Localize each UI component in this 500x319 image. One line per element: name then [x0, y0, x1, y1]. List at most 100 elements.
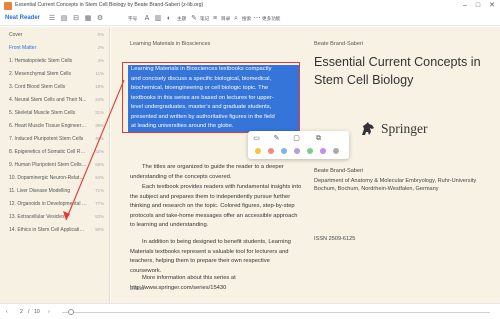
font-size-label[interactable]: 字号 — [128, 16, 137, 22]
app-icon — [4, 2, 12, 10]
toc-item-percent: 4% — [97, 58, 104, 63]
body-paragraph: The titles are organized to guide the re… — [130, 164, 284, 180]
notes-label[interactable]: 笔记 — [200, 16, 209, 22]
toc-sidebar: Cover 0% Front Matter 2% 1. Hematopoietic … — [0, 27, 110, 303]
book-title: Essential Current Concepts in Stem Cell … — [314, 55, 481, 87]
layout-icon[interactable]: ▥ — [154, 15, 162, 23]
selection-popup: ▭ ✎ ▢ ⧉ — [248, 131, 349, 159]
total-pages: 10 — [34, 309, 40, 315]
font-icon[interactable]: A — [143, 15, 151, 23]
settings-icon[interactable]: ⚙ — [96, 15, 104, 23]
more-icon[interactable]: ⋯ — [253, 15, 261, 23]
toc-item-label: 7. Induced Pluripotent Stem Cells — [9, 136, 84, 142]
maximize-button[interactable]: □ — [473, 1, 483, 11]
bookshelf-icon[interactable]: ▤ — [60, 15, 68, 23]
progress-slider-handle[interactable] — [67, 309, 74, 315]
list-icon[interactable]: ☰ — [48, 15, 56, 23]
springer-horse-icon — [362, 122, 374, 135]
toc-item-label: 3. Cord Blood Stem Cells — [9, 84, 66, 90]
copy-icon[interactable]: ⧉ — [314, 134, 323, 143]
toc-item-chapter-7[interactable]: 7. Induced Pluripotent Stem Cells 46% — [0, 133, 110, 146]
bookmark-icon[interactable]: ⊟ — [72, 15, 80, 23]
toc-item-chapter-10[interactable]: 10. Dopaminergic Neuron-Related ... 64% — [0, 172, 110, 185]
toolbar: Neat Reader ☰ ▤ ⊟ ▦ ⚙ 字号 A ▥ ◐ 主题 ✎ 笔记 ≡… — [0, 12, 500, 26]
toc-item-chapter-3[interactable]: 3. Cord Blood Stem Cells 18% — [0, 81, 110, 94]
toc-item-percent: 77% — [95, 201, 104, 206]
toc-item-percent: 18% — [95, 84, 104, 89]
toc-item-chapter-1[interactable]: 1. Hematopoietic Stem Cells 4% — [0, 55, 110, 68]
left-page-footer: Editor — [130, 286, 146, 292]
toc-icon[interactable]: ≡ — [211, 15, 219, 23]
close-button[interactable]: ✕ — [487, 1, 497, 11]
body-paragraph: More information about this series at ht… — [130, 275, 236, 291]
toc-item-percent: 24% — [95, 97, 104, 102]
comment-icon[interactable]: ▭ — [252, 134, 261, 143]
toc-item-percent: 83% — [95, 214, 104, 219]
page-header: Learning Materials in Biosciences — [130, 41, 211, 47]
toc-item-percent: 46% — [95, 136, 104, 141]
toc-item-chapter-4[interactable]: 4. Neural Stem Cells and Their N... 24% — [0, 94, 110, 107]
color-swatch-blue[interactable] — [281, 148, 287, 154]
page-separator: / — [28, 309, 30, 315]
toc-item-chapter-12[interactable]: 12. Organoids in Developmental B... 77% — [0, 198, 110, 211]
color-swatch-yellow[interactable] — [255, 148, 261, 154]
toc-item-label: 9. Human Pluripotent Stem Cells a... — [9, 162, 87, 168]
toc-item-chapter-14[interactable]: 14. Ethics in Stem Cell Applications 90% — [0, 224, 110, 237]
toc-item-label: 1. Hematopoietic Stem Cells — [9, 58, 73, 64]
color-swatch-green[interactable] — [307, 148, 313, 154]
window-title: Essential Current Concepts in Stem Cell … — [15, 2, 204, 8]
progress-slider[interactable] — [62, 312, 490, 313]
grid-icon[interactable]: ▦ — [84, 15, 92, 23]
title-bar: Essential Current Concepts in Stem Cell … — [0, 0, 500, 12]
toc-item-chapter-6[interactable]: 6. Heart Muscle Tissue Engineering 39% — [0, 120, 110, 133]
editor-name: Beate Brand-Saberi — [314, 168, 364, 174]
more-label[interactable]: 更多功能 — [262, 16, 280, 22]
toc-item-label: 6. Heart Muscle Tissue Engineering — [9, 123, 87, 129]
publisher-name: Springer — [381, 121, 428, 136]
color-swatch-red[interactable] — [268, 148, 274, 154]
toc-item-chapter-8[interactable]: 8. Epigenetics of Somatic Cell Re... 52% — [0, 146, 110, 159]
toc-item-label: Cover — [9, 32, 23, 38]
toc-item-label: 13. Extracellular Vesicles — [9, 214, 65, 220]
toc-item-label: 14. Ethics in Stem Cell Applications — [9, 227, 87, 233]
toc-item-cover[interactable]: Cover 0% — [0, 29, 110, 42]
next-page-button[interactable]: › — [48, 309, 50, 315]
toc-label[interactable]: 目录 — [221, 16, 230, 22]
theme-label[interactable]: 主题 — [177, 16, 186, 22]
toc-item-percent: 58% — [95, 162, 104, 167]
highlight-annotation-box — [122, 62, 300, 133]
search-icon[interactable]: ⌕ — [232, 15, 240, 23]
editor-affiliation: Department of Anatomy & Molecular Embryo… — [314, 178, 477, 192]
minimize-button[interactable]: – — [460, 1, 470, 11]
highlight-pen-icon[interactable]: ✎ — [272, 134, 281, 143]
status-bar: ‹ 2 / 10 › — [0, 303, 500, 319]
toc-item-label: 2. Mesenchymal Stem Cells — [9, 71, 71, 77]
body-paragraph: Each textbook provides readers with fund… — [130, 184, 302, 228]
toc-item-percent: 31% — [95, 110, 104, 115]
color-swatch-gray[interactable] — [333, 148, 339, 154]
toc-item-percent: 90% — [95, 227, 104, 232]
toc-item-front-matter[interactable]: Front Matter 2% — [0, 42, 110, 55]
toc-item-chapter-2[interactable]: 2. Mesenchymal Stem Cells 11% — [0, 68, 110, 81]
issn: ISSN 2509-6125 — [314, 236, 356, 242]
body-paragraph: In addition to being designed to benefit… — [130, 239, 291, 274]
current-page[interactable]: 2 — [20, 309, 23, 315]
theme-icon[interactable]: ◐ — [165, 15, 173, 23]
toc-item-percent: 39% — [95, 123, 104, 128]
color-swatch-violet[interactable] — [320, 148, 326, 154]
toc-item-chapter-5[interactable]: 5. Skeletal Muscle Stem Cells 31% — [0, 107, 110, 120]
toc-item-label: 11. Liver Disease Modelling — [9, 188, 71, 194]
toc-item-label: 5. Skeletal Muscle Stem Cells — [9, 110, 76, 116]
toc-item-label: 10. Dopaminergic Neuron-Related ... — [9, 175, 87, 181]
color-swatch-purple[interactable] — [294, 148, 300, 154]
notes-icon[interactable]: ✎ — [190, 15, 198, 23]
toc-item-chapter-13[interactable]: 13. Extracellular Vesicles 83% — [0, 211, 110, 224]
prev-page-button[interactable]: ‹ — [6, 309, 8, 315]
brand-label[interactable]: Neat Reader — [5, 15, 40, 21]
toc-item-chapter-9[interactable]: 9. Human Pluripotent Stem Cells a... 58% — [0, 159, 110, 172]
toc-item-label: Front Matter — [9, 45, 37, 51]
toc-item-percent: 52% — [95, 149, 104, 154]
note-icon[interactable]: ▢ — [292, 134, 301, 143]
toc-item-chapter-11[interactable]: 11. Liver Disease Modelling 71% — [0, 185, 110, 198]
search-label[interactable]: 搜索 — [242, 16, 251, 22]
